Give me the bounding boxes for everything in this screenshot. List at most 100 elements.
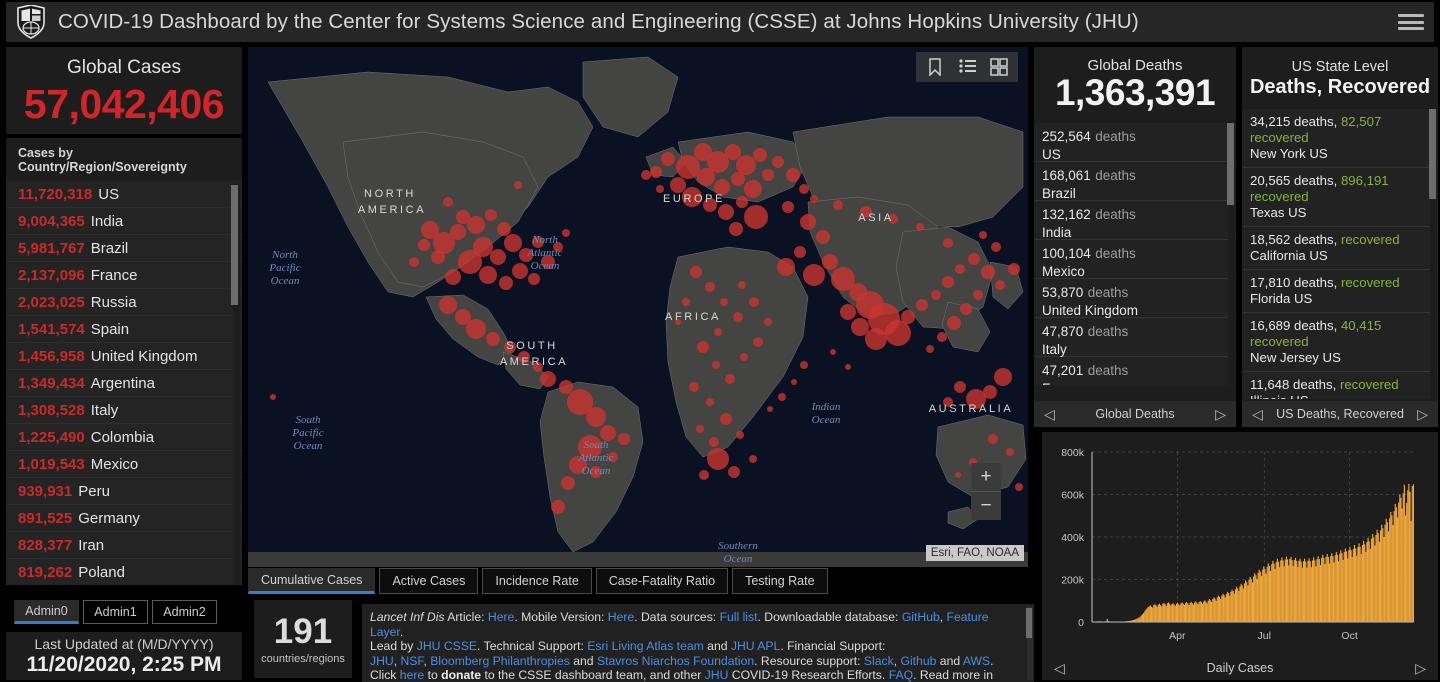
country-row[interactable]: 2,137,096 France	[6, 262, 242, 289]
chart-bar	[1214, 598, 1216, 622]
country-row[interactable]: 1,308,528 Italy	[6, 397, 242, 424]
country-row[interactable]: 2,023,025 Russia	[6, 289, 242, 316]
chart-bar	[1321, 557, 1323, 622]
us-state-row[interactable]: 11,648 deaths, recoveredIllinois US	[1242, 372, 1438, 399]
credits-link[interactable]: Full list	[720, 610, 758, 624]
country-row[interactable]: 819,262 Poland	[6, 559, 242, 585]
credits-link[interactable]: Esri Living Atlas team	[587, 639, 704, 653]
credits-link[interactable]: JHU	[370, 654, 394, 668]
country-list-scroll-thumb[interactable]	[231, 185, 238, 305]
country-name: Iran	[78, 536, 105, 554]
us-state-row[interactable]: 34,215 deaths, 82,507 recovered New York …	[1242, 109, 1438, 168]
map-tab-case-fatality-ratio[interactable]: Case-Fatality Ratio	[595, 568, 729, 594]
us-state-row[interactable]: 16,689 deaths, 40,415 recovered New Jerse…	[1242, 313, 1438, 372]
credits-scrollbar[interactable]	[1026, 606, 1033, 680]
us-state-row[interactable]: 20,565 deaths, 896,191 recovered Texas US	[1242, 168, 1438, 227]
country-row[interactable]: 1,019,543 Mexico	[6, 451, 242, 478]
us-state-row[interactable]: 18,562 deaths, recovered California US	[1242, 227, 1438, 270]
country-row[interactable]: 891,525 Germany	[6, 505, 242, 532]
chart-bar	[1387, 531, 1390, 622]
us-state-next-icon[interactable]: ▷	[1417, 406, 1428, 423]
country-row[interactable]: 5,981,767 Brazil	[6, 235, 242, 262]
map-tab-cumulative-cases[interactable]: Cumulative Cases	[248, 568, 376, 594]
map-tab-incidence-rate[interactable]: Incidence Rate	[482, 568, 592, 594]
country-row[interactable]: 1,456,958 United Kingdom	[6, 343, 242, 370]
deaths-place: Mexico	[1042, 264, 1085, 279]
global-deaths-row[interactable]: 100,104 deaths Mexico	[1034, 240, 1236, 279]
state-place: California US	[1250, 248, 1328, 263]
credits-link[interactable]: Here	[488, 610, 514, 624]
country-row[interactable]: 9,004,365 India	[6, 208, 242, 235]
chart-bar	[1356, 555, 1358, 622]
us-state-scrollbar[interactable]	[1429, 109, 1437, 399]
bookmark-icon[interactable]	[926, 58, 944, 76]
credits-link[interactable]: Github	[900, 654, 936, 668]
hamburger-menu-icon[interactable]	[1398, 11, 1424, 33]
us-state-row[interactable]: 17,810 deaths, recovered Florida US	[1242, 270, 1438, 313]
chart-bar	[1180, 603, 1182, 622]
country-row[interactable]: 1,349,434 Argentina	[6, 370, 242, 397]
global-deaths-row[interactable]: 47,201 deaths France	[1034, 357, 1236, 385]
country-list[interactable]: 11,720,318 US 9,004,365 India 5,981,767 Brazi…	[6, 181, 242, 585]
zoom-out-button[interactable]: −	[971, 492, 1001, 520]
credits-scroll-thumb[interactable]	[1026, 608, 1032, 638]
us-state-prev-icon[interactable]: ◁	[1252, 406, 1263, 423]
country-row[interactable]: 1,225,490 Colombia	[6, 424, 242, 451]
country-row[interactable]: 939,931 Peru	[6, 478, 242, 505]
country-list-scrollbar[interactable]	[231, 183, 240, 585]
country-row[interactable]: 11,720,318 US	[6, 181, 242, 208]
global-deaths-list[interactable]: 252,564 deaths US 168,061 deaths Brazil 132,…	[1034, 123, 1236, 385]
map-tab-testing-rate[interactable]: Testing Rate	[732, 568, 828, 594]
global-deaths-scrollbar[interactable]	[1227, 123, 1235, 385]
credits-link[interactable]: AWS	[963, 654, 990, 668]
country-row[interactable]: 1,541,574 Spain	[6, 316, 242, 343]
global-deaths-prev-icon[interactable]: ◁	[1044, 406, 1055, 423]
us-state-list[interactable]: 34,215 deaths, 82,507 recovered New York …	[1242, 109, 1438, 399]
credits-link[interactable]: GitHub	[902, 610, 940, 624]
chart-bar	[1292, 565, 1294, 622]
admin-tab-admin2[interactable]: Admin2	[152, 600, 217, 624]
chart-bar	[1256, 579, 1258, 622]
chart-bar	[1215, 600, 1217, 622]
map-label-continent: AUSTRALIA	[929, 403, 1014, 415]
chart-next-icon[interactable]: ▷	[1415, 660, 1426, 677]
admin-tab-admin0[interactable]: Admin0	[14, 600, 79, 624]
credits-link[interactable]: Here	[608, 610, 634, 624]
us-state-scroll-thumb[interactable]	[1429, 109, 1436, 199]
credits-link[interactable]: NSF	[400, 654, 423, 668]
global-deaths-row[interactable]: 168,061 deaths Brazil	[1034, 162, 1236, 201]
chart-bar	[1140, 615, 1142, 622]
admin-tab-admin1[interactable]: Admin1	[83, 600, 148, 624]
country-cases: 1,456,958	[18, 347, 85, 365]
credits-link[interactable]: JHU	[705, 668, 729, 682]
global-deaths-row[interactable]: 252,564 deaths US	[1034, 123, 1236, 162]
country-cases: 819,262	[18, 563, 73, 581]
legend-list-icon[interactable]	[958, 58, 976, 76]
zoom-in-button[interactable]: +	[971, 463, 1001, 492]
global-deaths-row[interactable]: 132,162 deaths India	[1034, 201, 1236, 240]
country-row[interactable]: 828,377 Iran	[6, 532, 242, 559]
credits-link[interactable]: Slack	[864, 654, 894, 668]
chart-prev-icon[interactable]: ◁	[1054, 660, 1065, 677]
chart-bar	[1313, 557, 1315, 622]
deaths-unit-label: deaths	[1095, 168, 1136, 183]
world-map[interactable]: NORTH AMERICA SOUTH AMERICA EUROPE AFRICA ASIA…	[248, 47, 1028, 567]
credits-link[interactable]: Stavros Niarchos Foundation	[597, 654, 754, 668]
map-canvas[interactable]: NORTH AMERICA SOUTH AMERICA EUROPE AFRICA ASIA…	[248, 47, 1028, 567]
chart-bar	[1382, 528, 1384, 622]
credits-link[interactable]: here	[400, 668, 424, 682]
credits-link[interactable]: JHU APL	[731, 639, 780, 653]
credits-link[interactable]: Bloomberg Philanthropies	[430, 654, 570, 668]
credits-link[interactable]: FAQ	[889, 668, 913, 682]
country-cases: 1,349,434	[18, 374, 85, 392]
credits-link[interactable]: JHU CSSE	[417, 639, 477, 653]
credits-link[interactable]: Feature Layer	[370, 610, 989, 639]
basemap-gallery-icon[interactable]	[990, 58, 1008, 76]
map-tab-active-cases[interactable]: Active Cases	[379, 568, 479, 594]
chart-bar	[1268, 565, 1271, 622]
global-deaths-row[interactable]: 47,870 deaths Italy	[1034, 318, 1236, 357]
global-deaths-next-icon[interactable]: ▷	[1215, 406, 1226, 423]
daily-cases-chart[interactable]: 0 200k 400k 600k 800k Apr Jul Oct	[1042, 432, 1438, 654]
global-deaths-row[interactable]: 53,870 deaths United Kingdom	[1034, 279, 1236, 318]
global-deaths-scroll-thumb[interactable]	[1227, 123, 1234, 205]
